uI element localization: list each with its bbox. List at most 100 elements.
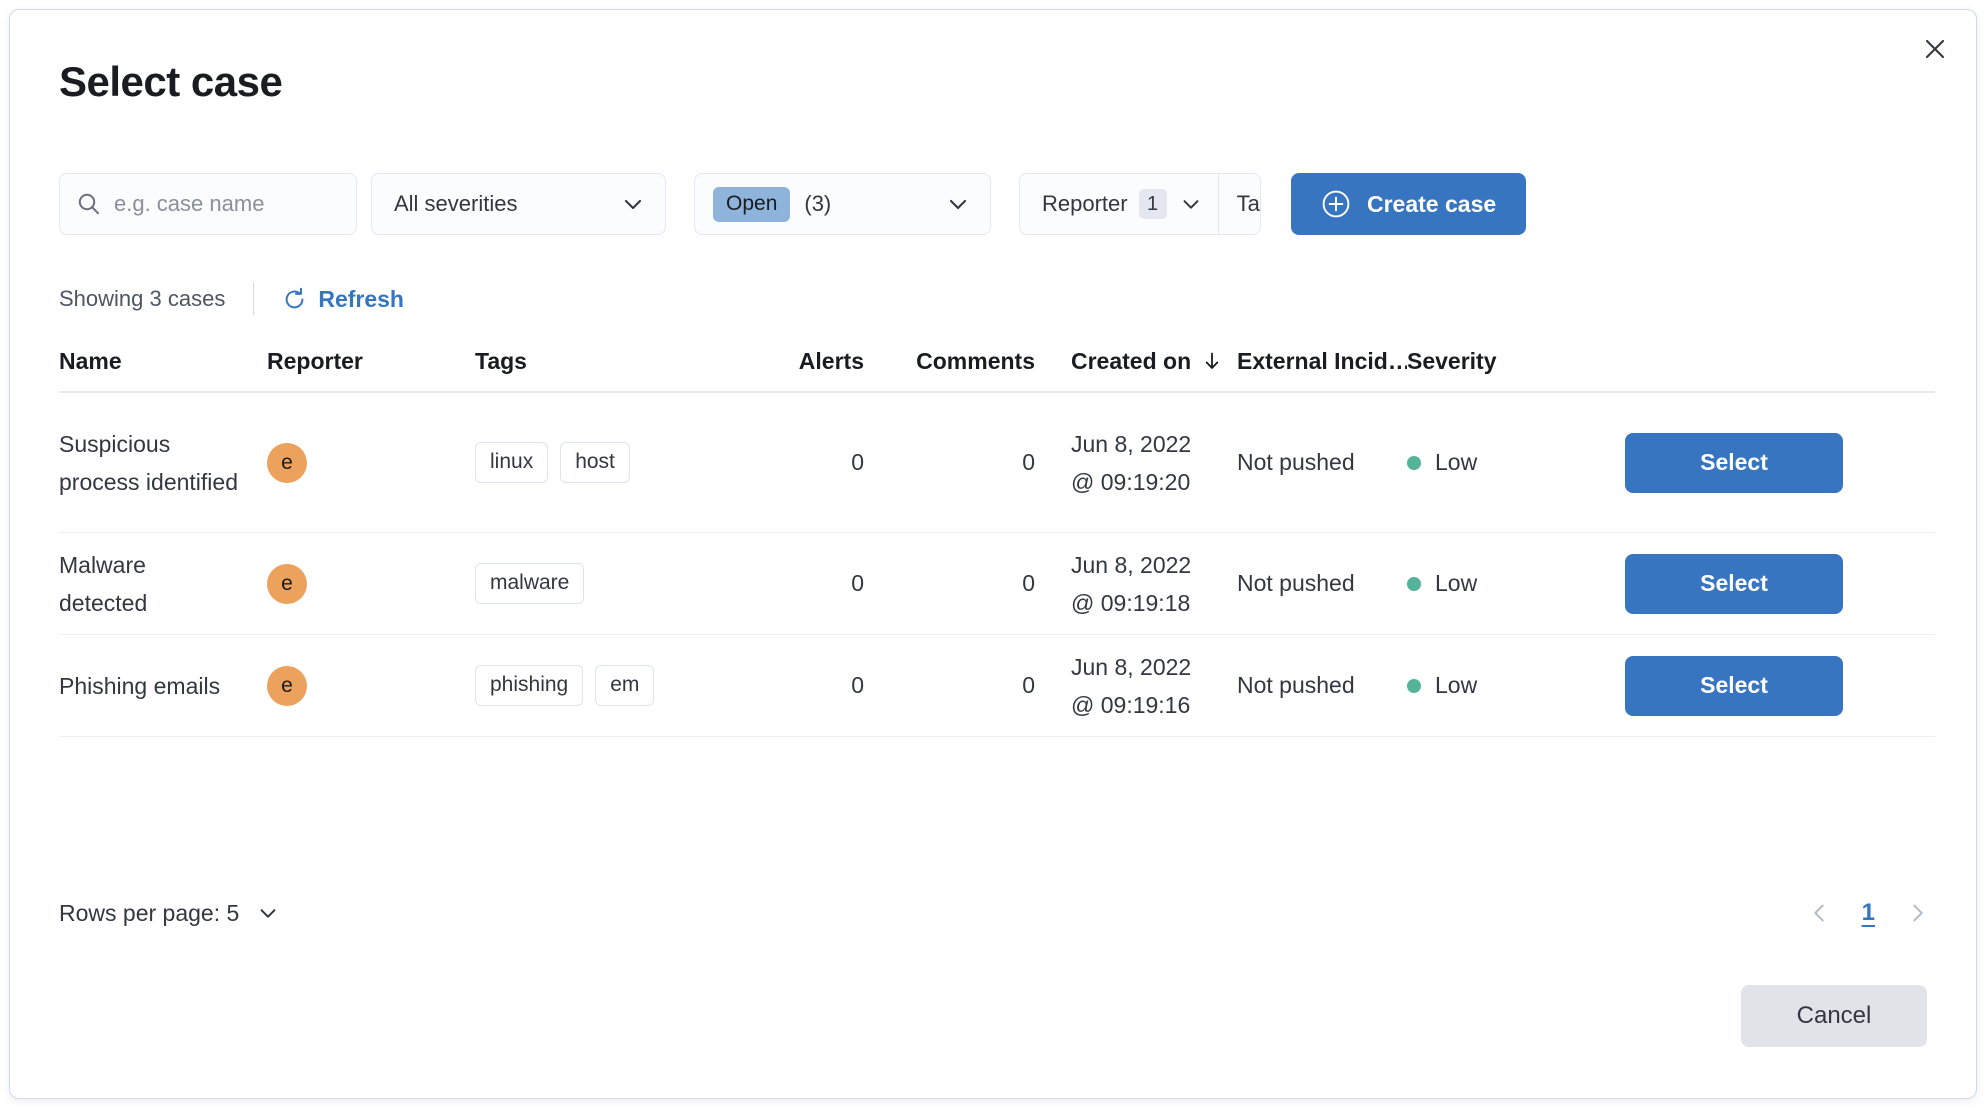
chevron-down-icon xyxy=(944,190,972,218)
tags-filter-label: Tags xyxy=(1236,191,1260,216)
external-incident-status: Not pushed xyxy=(1237,449,1355,475)
external-incident-status: Not pushed xyxy=(1237,570,1355,596)
cases-table: Name Reporter Tags Alerts Comments Creat… xyxy=(59,331,1935,737)
case-name[interactable]: Malware detected xyxy=(59,546,267,622)
comments-count: 0 xyxy=(1022,672,1035,698)
chevron-right-icon xyxy=(1913,904,1923,922)
severity-filter[interactable]: All severities xyxy=(371,173,666,235)
case-name[interactable]: Phishing emails xyxy=(59,667,248,705)
table-row[interactable]: Malware detected e malware 0 0 Jun 8, 20… xyxy=(59,533,1935,635)
created-date: Jun 8, 2022 xyxy=(1071,551,1192,578)
reporter-filter[interactable]: Reporter 1 xyxy=(1020,174,1218,234)
table-row[interactable]: Phishing emails e phishing em 0 0 Jun 8,… xyxy=(59,635,1935,737)
alerts-count: 0 xyxy=(851,672,864,698)
refresh-button[interactable]: Refresh xyxy=(282,286,404,313)
created-on: Jun 8, 2022 @ 09:19:16 xyxy=(1071,648,1191,724)
column-header-alerts[interactable]: Alerts xyxy=(725,348,915,375)
column-header-created-on-label: Created on xyxy=(1071,347,1192,374)
cancel-button[interactable]: Cancel xyxy=(1741,985,1927,1047)
external-incident-status: Not pushed xyxy=(1237,672,1355,698)
page-title: Select case xyxy=(59,58,283,105)
column-header-reporter[interactable]: Reporter xyxy=(267,348,475,375)
chevron-down-icon xyxy=(619,190,647,218)
tag[interactable]: host xyxy=(560,442,630,483)
status-filter[interactable]: Open (3) xyxy=(694,173,991,235)
case-name[interactable]: Suspicious process identified xyxy=(59,425,267,501)
created-date: Jun 8, 2022 xyxy=(1071,653,1192,680)
created-on: Jun 8, 2022 @ 09:19:18 xyxy=(1071,546,1191,622)
tag[interactable]: linux xyxy=(475,442,549,483)
select-button[interactable]: Select xyxy=(1625,553,1843,614)
rows-per-page-selector[interactable]: Rows per page: 5 xyxy=(59,900,281,927)
create-case-label: Create case xyxy=(1367,190,1497,217)
create-case-button[interactable]: Create case xyxy=(1291,173,1527,235)
avatar: e xyxy=(267,665,307,706)
severity-dot-icon xyxy=(1407,678,1421,693)
comments-count: 0 xyxy=(1022,449,1035,475)
showing-count: Showing 3 cases xyxy=(59,286,226,311)
avatar: e xyxy=(267,563,307,604)
reporter-tags-filter-group: Reporter 1 Tags 5 xyxy=(1019,173,1261,235)
column-header-created-on[interactable]: Created on xyxy=(1071,348,1237,375)
column-header-name[interactable]: Name xyxy=(59,348,267,375)
search-field[interactable] xyxy=(59,173,357,235)
tag[interactable]: em xyxy=(595,665,655,706)
comments-count: 0 xyxy=(1022,570,1035,596)
status-badge: Low xyxy=(1407,672,1477,699)
pagination: 1 xyxy=(1802,896,1935,930)
tags-filter[interactable]: Tags 5 xyxy=(1217,174,1260,234)
divider xyxy=(253,283,255,315)
rows-per-page-label: Rows per page: 5 xyxy=(59,899,240,926)
tag[interactable]: malware xyxy=(475,563,585,604)
created-date: Jun 8, 2022 xyxy=(1071,430,1192,457)
alerts-count: 0 xyxy=(851,570,864,596)
chevron-down-icon xyxy=(255,900,281,926)
previous-page-button[interactable] xyxy=(1802,896,1836,930)
table-row[interactable]: Suspicious process identified e linux ho… xyxy=(59,393,1935,533)
arrow-down-icon xyxy=(1201,350,1223,372)
next-page-button[interactable] xyxy=(1901,896,1935,930)
table-footer: Rows per page: 5 1 xyxy=(59,878,1935,948)
filter-bar: All severities Open (3) xyxy=(59,173,1935,235)
column-header-severity[interactable]: Severity xyxy=(1407,348,1567,375)
tag-list: phishing em xyxy=(475,665,725,706)
refresh-label: Refresh xyxy=(318,285,404,312)
select-button[interactable]: Select xyxy=(1625,432,1843,493)
search-icon xyxy=(76,191,102,217)
created-time: @ 09:19:18 xyxy=(1071,589,1191,616)
page-number-1[interactable]: 1 xyxy=(1854,899,1883,927)
created-time: @ 09:19:16 xyxy=(1071,691,1191,718)
severity-filter-label: All severities xyxy=(394,191,518,216)
created-on: Jun 8, 2022 @ 09:19:20 xyxy=(1071,425,1191,501)
chevron-left-icon xyxy=(1813,904,1824,922)
severity-label: Low xyxy=(1435,449,1478,475)
close-button[interactable] xyxy=(1912,26,1958,72)
status-pill-open: Open xyxy=(713,186,791,222)
status-count: (3) xyxy=(804,191,832,216)
severity-dot-icon xyxy=(1407,455,1421,470)
tag-list: linux host xyxy=(475,442,725,483)
plus-circle-icon xyxy=(1321,189,1351,219)
refresh-icon xyxy=(282,287,307,312)
avatar: e xyxy=(267,442,307,483)
tag[interactable]: phishing xyxy=(475,665,584,706)
created-time: @ 09:19:20 xyxy=(1071,468,1191,495)
results-toolbar: Showing 3 cases Refresh xyxy=(59,282,404,316)
reporter-count-badge: 1 xyxy=(1138,189,1167,219)
column-header-tags[interactable]: Tags xyxy=(475,348,725,375)
severity-dot-icon xyxy=(1407,576,1421,591)
select-case-modal: Select case All severities xyxy=(9,9,1977,1099)
select-button[interactable]: Select xyxy=(1625,655,1843,716)
table-header-row: Name Reporter Tags Alerts Comments Creat… xyxy=(59,331,1935,393)
close-icon xyxy=(1925,39,1945,59)
search-input[interactable] xyxy=(114,191,340,217)
column-header-external-incident[interactable]: External Incid… xyxy=(1237,348,1407,375)
severity-label: Low xyxy=(1435,570,1478,596)
status-badge: Low xyxy=(1407,570,1477,597)
severity-label: Low xyxy=(1435,672,1478,698)
reporter-filter-label: Reporter xyxy=(1042,191,1128,216)
tag-list: malware xyxy=(475,563,725,604)
column-header-comments[interactable]: Comments xyxy=(915,348,1071,375)
status-badge: Low xyxy=(1407,449,1477,476)
chevron-down-icon xyxy=(1178,191,1204,217)
